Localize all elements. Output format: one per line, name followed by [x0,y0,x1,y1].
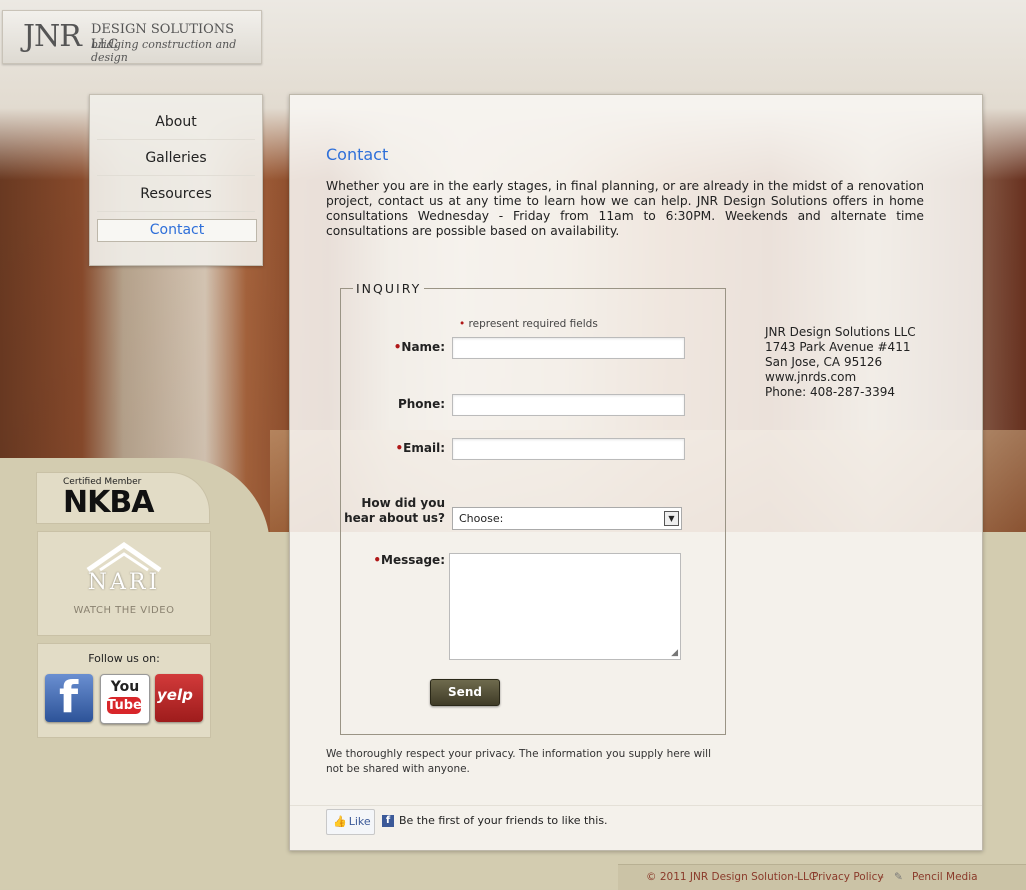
facebook-like-button[interactable]: 👍 Like [326,809,375,835]
privacy-note: We thoroughly respect your privacy. The … [326,748,711,775]
message-label-text: Message: [381,553,445,567]
privacy-policy-link[interactable]: Privacy Policy [812,871,884,883]
send-button[interactable]: Send [430,679,500,706]
address-street: 1743 Park Avenue #411 [765,340,911,354]
logo-tagline: bridging construction and design [91,38,237,64]
nav-item-about[interactable]: About [97,106,255,140]
address-city: San Jose, CA 95126 [765,355,883,369]
page-title: Contact [326,145,389,164]
nkba-logo-text: NKBA [63,485,154,520]
nkba-badge[interactable]: Certified Member NKBA [36,472,210,524]
nari-logo-text: NARI [87,570,161,595]
youtube-icon[interactable]: You Tube [100,674,150,724]
thumbs-up-icon: 👍 [333,815,347,828]
message-label: •Message: [341,553,445,567]
intro-paragraph: Whether you are in the early stages, in … [326,179,924,238]
name-label-text: Name: [401,340,445,354]
resize-grip-icon[interactable]: ◢ [671,648,678,658]
logo-mark: JNR [23,19,82,54]
required-star: • [459,318,466,330]
pencil-icon: ✎ [894,871,903,883]
footer: © 2011 JNR Design Solution LLC - Privacy… [618,864,1026,890]
nari-badge[interactable]: NARI WATCH THE VIDEO [37,531,211,636]
address-phone: Phone: 408-287-3394 [765,385,896,399]
content-panel: Contact Whether you are in the early sta… [289,94,983,851]
required-note-text: represent required fields [468,318,598,330]
email-field[interactable] [452,438,685,460]
address-website[interactable]: www.jnrds.com [765,370,916,385]
phone-label: Phone: [397,397,445,411]
company-address: JNR Design Solutions LLC 1743 Park Avenu… [765,325,916,400]
hear-about-label-2: hear about us? [344,511,445,525]
email-label: •Email: [341,441,446,455]
watch-video-link[interactable]: WATCH THE VIDEO [38,605,210,616]
site-logo[interactable]: JNR DESIGN SOLUTIONS LLC bridging constr… [2,10,262,64]
facebook-glyph: f [59,672,79,723]
footer-separator: - [880,871,884,883]
required-star: • [373,553,381,567]
pencil-media-link[interactable]: Pencil Media [912,871,978,883]
hear-about-label-1: How did you [361,496,445,510]
nav-item-resources[interactable]: Resources [97,178,255,212]
hear-about-selected: Choose: [459,512,504,525]
phone-field[interactable] [452,394,685,416]
chevron-down-icon: ▼ [664,511,679,526]
like-social-text: Be the first of your friends to like thi… [399,814,608,827]
name-field[interactable] [452,337,685,359]
footer-copyright: © 2011 JNR Design Solution LLC [646,871,817,883]
nav-item-galleries[interactable]: Galleries [97,142,255,176]
nav-item-contact[interactable]: Contact [97,219,257,242]
house-roof-icon [86,542,162,572]
follow-us-label: Follow us on: [88,652,160,665]
inquiry-legend: INQUIRY [356,281,422,296]
inquiry-form: INQUIRY • represent required fields •Nam… [340,281,726,735]
facebook-icon[interactable]: f [45,672,93,723]
message-field[interactable]: ◢ [449,553,681,660]
youtube-you-text: You [110,679,140,695]
name-label: •Name: [341,340,445,354]
yelp-icon[interactable]: yelp [155,674,203,722]
like-label: Like [348,815,371,828]
footer-separator: - [794,871,798,883]
hear-about-select[interactable]: Choose: ▼ [452,507,682,530]
yelp-glyph: yelp [157,686,193,704]
facebook-small-icon: f [382,815,394,827]
divider [290,805,982,806]
main-nav: About Galleries Resources Contact [89,94,263,266]
required-fields-note: • represent required fields [459,318,598,330]
youtube-tube-text: Tube [107,697,142,714]
address-company: JNR Design Solutions LLC [765,325,916,339]
follow-us-panel: Follow us on: f You Tube yelp [37,643,211,738]
email-label-text: Email: [403,441,445,455]
